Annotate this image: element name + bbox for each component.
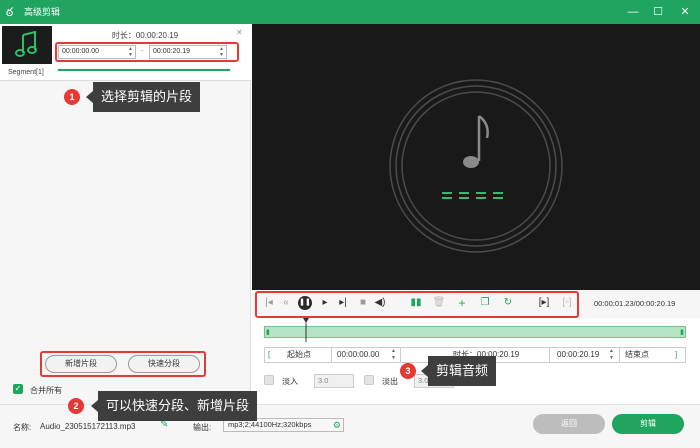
music-note-icon: [15, 31, 37, 57]
annotation-callout-3: 剪辑音频: [428, 356, 497, 386]
audio-disc-icon: [389, 79, 563, 253]
minimize-button[interactable]: —: [620, 0, 646, 24]
segment-progress-bar: [58, 69, 230, 71]
annotation-callout-1: 选择剪辑的片段: [93, 82, 201, 112]
end-bracket-icon: ]: [675, 350, 678, 359]
callout-arrow: [421, 365, 428, 377]
timeline-track[interactable]: ▮ ▮: [264, 326, 686, 338]
range-start-input[interactable]: 00:00:00.00: [337, 348, 379, 362]
gear-icon[interactable]: ⚙: [333, 419, 341, 431]
annotation-highlight-1: [55, 42, 239, 62]
start-bracket-icon: [: [268, 350, 271, 359]
spinner-icon[interactable]: ▲ ▼: [391, 348, 396, 362]
output-format-value: mp3;2;44100Hz;320kbps: [228, 420, 312, 429]
range-end-input[interactable]: 00:00:20.19: [557, 348, 599, 362]
set-end-button[interactable]: 结束点: [625, 348, 649, 362]
maximize-button[interactable]: ☐: [645, 0, 671, 24]
annotation-badge-3: 3: [400, 363, 416, 379]
segment-duration: 时长：00:00:20.19: [111, 31, 179, 40]
annotation-highlight-2: [40, 351, 206, 377]
title-bar: ఠ 高级剪辑: [0, 0, 700, 24]
fade-in-checkbox[interactable]: [264, 375, 274, 385]
close-button[interactable]: ✕: [672, 0, 698, 24]
fade-out-label: 淡出: [382, 377, 398, 386]
annotation-badge-2: 2: [68, 398, 84, 414]
segments-panel: [0, 24, 251, 404]
spinner-icon[interactable]: ▲ ▼: [609, 348, 614, 362]
divider: [0, 80, 251, 81]
cut-button[interactable]: 剪辑: [612, 414, 684, 434]
fade-out-checkbox[interactable]: [364, 375, 374, 385]
merge-all-checkbox[interactable]: ✓: [13, 384, 23, 394]
annotation-badge-1: 1: [64, 89, 80, 105]
app-logo-icon: ఠ: [6, 5, 14, 19]
segment-close-icon[interactable]: ✕: [236, 28, 243, 37]
annotation-callout-2: 可以快速分段、新增片段: [98, 391, 258, 421]
timeline-left-handle-icon[interactable]: ▮: [266, 328, 270, 337]
fade-in-label: 淡入: [282, 377, 298, 386]
output-label: 输出:: [193, 423, 212, 432]
set-start-button[interactable]: 起始点: [287, 348, 311, 362]
back-button[interactable]: 返回: [533, 414, 605, 434]
merge-all-label: 合并所有: [30, 386, 62, 395]
annotation-highlight-3: [255, 291, 579, 318]
file-name-label: 名称:: [13, 423, 32, 432]
callout-arrow: [91, 400, 98, 412]
file-name-value: Audio_230515172113.mp3: [40, 422, 136, 431]
preview-area: [252, 24, 700, 290]
playback-time-readout: 00:00:01.23/00:00:20.19: [594, 299, 676, 308]
segment-thumbnail: [2, 26, 52, 64]
playhead-marker[interactable]: [303, 318, 309, 342]
timeline-right-handle-icon[interactable]: ▮: [680, 328, 684, 337]
window-title: 高级剪辑: [24, 7, 61, 17]
fade-in-input[interactable]: 3.0: [314, 374, 354, 388]
callout-arrow: [86, 91, 93, 103]
segment-tab[interactable]: Segment[1]: [8, 69, 44, 76]
